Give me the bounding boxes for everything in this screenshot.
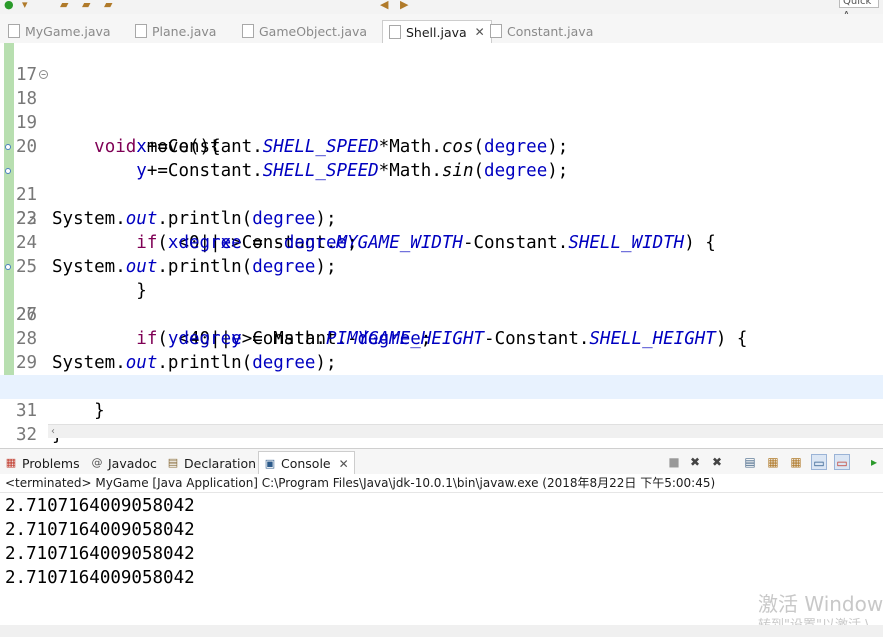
search-tool-icon[interactable]: ▰ [104, 0, 112, 10]
line-number: 32 [16, 425, 38, 445]
remove-all-terminated-icon[interactable]: ✖ [709, 454, 725, 470]
fold-collapse-icon[interactable]: − [39, 70, 48, 79]
code-editor[interactable]: 17 18 − void move(){ 19 x+=Constant.SHEL… [0, 43, 883, 445]
bookmark-marker-icon[interactable] [5, 168, 11, 174]
console-output[interactable]: 2.7107164009058042 2.7107164009058042 2.… [0, 493, 883, 625]
close-tab-icon[interactable]: ✕ [339, 457, 349, 471]
code-line[interactable]: 29 } [0, 327, 883, 397]
run-icon[interactable]: ● [4, 0, 14, 10]
java-file-icon [8, 24, 20, 38]
tab-javadoc[interactable]: @ Javadoc [91, 452, 157, 474]
javadoc-icon: @ [91, 456, 103, 469]
console-horizontal-scrollbar[interactable] [0, 625, 883, 637]
code-line[interactable]: 20 y+=Constant.SHELL_SPEED*Math.sin(degr… [0, 111, 883, 181]
show-console-on-error-icon[interactable]: ▭ [834, 454, 850, 470]
bookmark-marker-icon[interactable] [5, 144, 11, 150]
word-wrap-icon[interactable]: ▦ [788, 454, 804, 470]
bookmark-marker-icon[interactable] [5, 264, 11, 270]
tab-label: Constant.java [507, 23, 594, 39]
code-line[interactable]: 21 System.out.println(degree); [0, 135, 883, 229]
java-file-icon [135, 24, 147, 38]
tab-label: Problems [22, 455, 80, 471]
console-output-line: 2.7107164009058042 [5, 568, 195, 588]
open-type-icon[interactable]: ▰ [82, 0, 90, 10]
bottom-panel-tab-bar: ▦ Problems @ Javadoc ▤ Declaration ▣ Con… [0, 448, 883, 476]
show-console-on-output-icon[interactable]: ▭ [811, 454, 827, 470]
tab-label: Console [281, 456, 331, 471]
java-file-icon [389, 25, 401, 39]
problems-icon: ▦ [5, 456, 17, 469]
code-line-current[interactable]: 31 } [0, 375, 883, 445]
terminate-icon[interactable]: ■ [666, 454, 682, 470]
tab-label: Plane.java [152, 23, 217, 39]
code-line[interactable]: 25 } [0, 231, 883, 301]
clear-console-icon[interactable]: ▤ [742, 454, 758, 470]
tab-declaration[interactable]: ▤ Declaration [167, 452, 256, 474]
code-line[interactable]: 23 degree = -degree; [0, 183, 883, 253]
tab-label: GameObject.java [259, 23, 368, 39]
tab-label: MyGame.java [25, 23, 111, 39]
editor-horizontal-scrollbar[interactable]: ‹ [48, 424, 883, 438]
console-output-line: 2.7107164009058042 [5, 520, 195, 540]
code-line[interactable]: 24 System.out.println(degree); [0, 207, 883, 277]
tab-problems[interactable]: ▦ Problems [5, 452, 80, 474]
scroll-lock-icon[interactable]: ▦ [765, 454, 781, 470]
pin-console-icon[interactable]: ▸ [866, 454, 882, 470]
code-line[interactable]: 27 degree = Math.PI-degree; [0, 279, 883, 349]
tab-label: Declaration [184, 455, 257, 471]
tab-label: Shell.java [406, 24, 467, 40]
quick-access-field[interactable]: Quick A [839, 0, 879, 14]
back-arrow-icon[interactable]: ◀ [380, 0, 388, 10]
java-file-icon [490, 24, 502, 38]
declaration-icon: ▤ [167, 456, 179, 469]
console-icon: ▣ [264, 456, 276, 470]
main-toolbar: ● ▾ ▰ ▰ ▰ ◀ ▶ Quick A [0, 0, 883, 14]
tab-label: Javadoc [108, 455, 157, 471]
console-process-status: <terminated> MyGame [Java Application] C… [0, 474, 883, 493]
dropdown-arrow-icon[interactable]: ▾ [22, 0, 28, 10]
code-line[interactable]: 26 if(y<40||y>Constant.MYGAME_HEIGHT-Con… [0, 255, 883, 349]
open-folder-icon[interactable]: ▰ [60, 0, 68, 10]
code-line[interactable]: 19 x+=Constant.SHELL_SPEED*Math.cos(degr… [0, 87, 883, 157]
close-tab-icon[interactable]: ✕ [475, 25, 485, 39]
code-line[interactable]: 17 [0, 39, 883, 85]
code-line[interactable]: 18 − void move(){ [0, 63, 883, 157]
activation-watermark-title: 激活 Window [758, 592, 883, 616]
forward-arrow-icon[interactable]: ▶ [400, 0, 408, 10]
scroll-left-icon[interactable]: ‹ [51, 426, 55, 437]
java-file-icon [242, 24, 254, 38]
tab-console[interactable]: ▣ Console ✕ [258, 451, 355, 475]
console-output-line: 2.7107164009058042 [5, 496, 195, 516]
code-line[interactable]: 28 System.out.println(degree); [0, 303, 883, 373]
code-line[interactable]: 30 } [0, 351, 883, 421]
code-line[interactable]: 22 if(x<0||x>Constant.MYGAME_WIDTH-Const… [0, 159, 883, 253]
remove-launch-icon[interactable]: ✖ [687, 454, 703, 470]
code-line[interactable]: 32 [0, 399, 883, 445]
console-output-line: 2.7107164009058042 [5, 544, 195, 564]
